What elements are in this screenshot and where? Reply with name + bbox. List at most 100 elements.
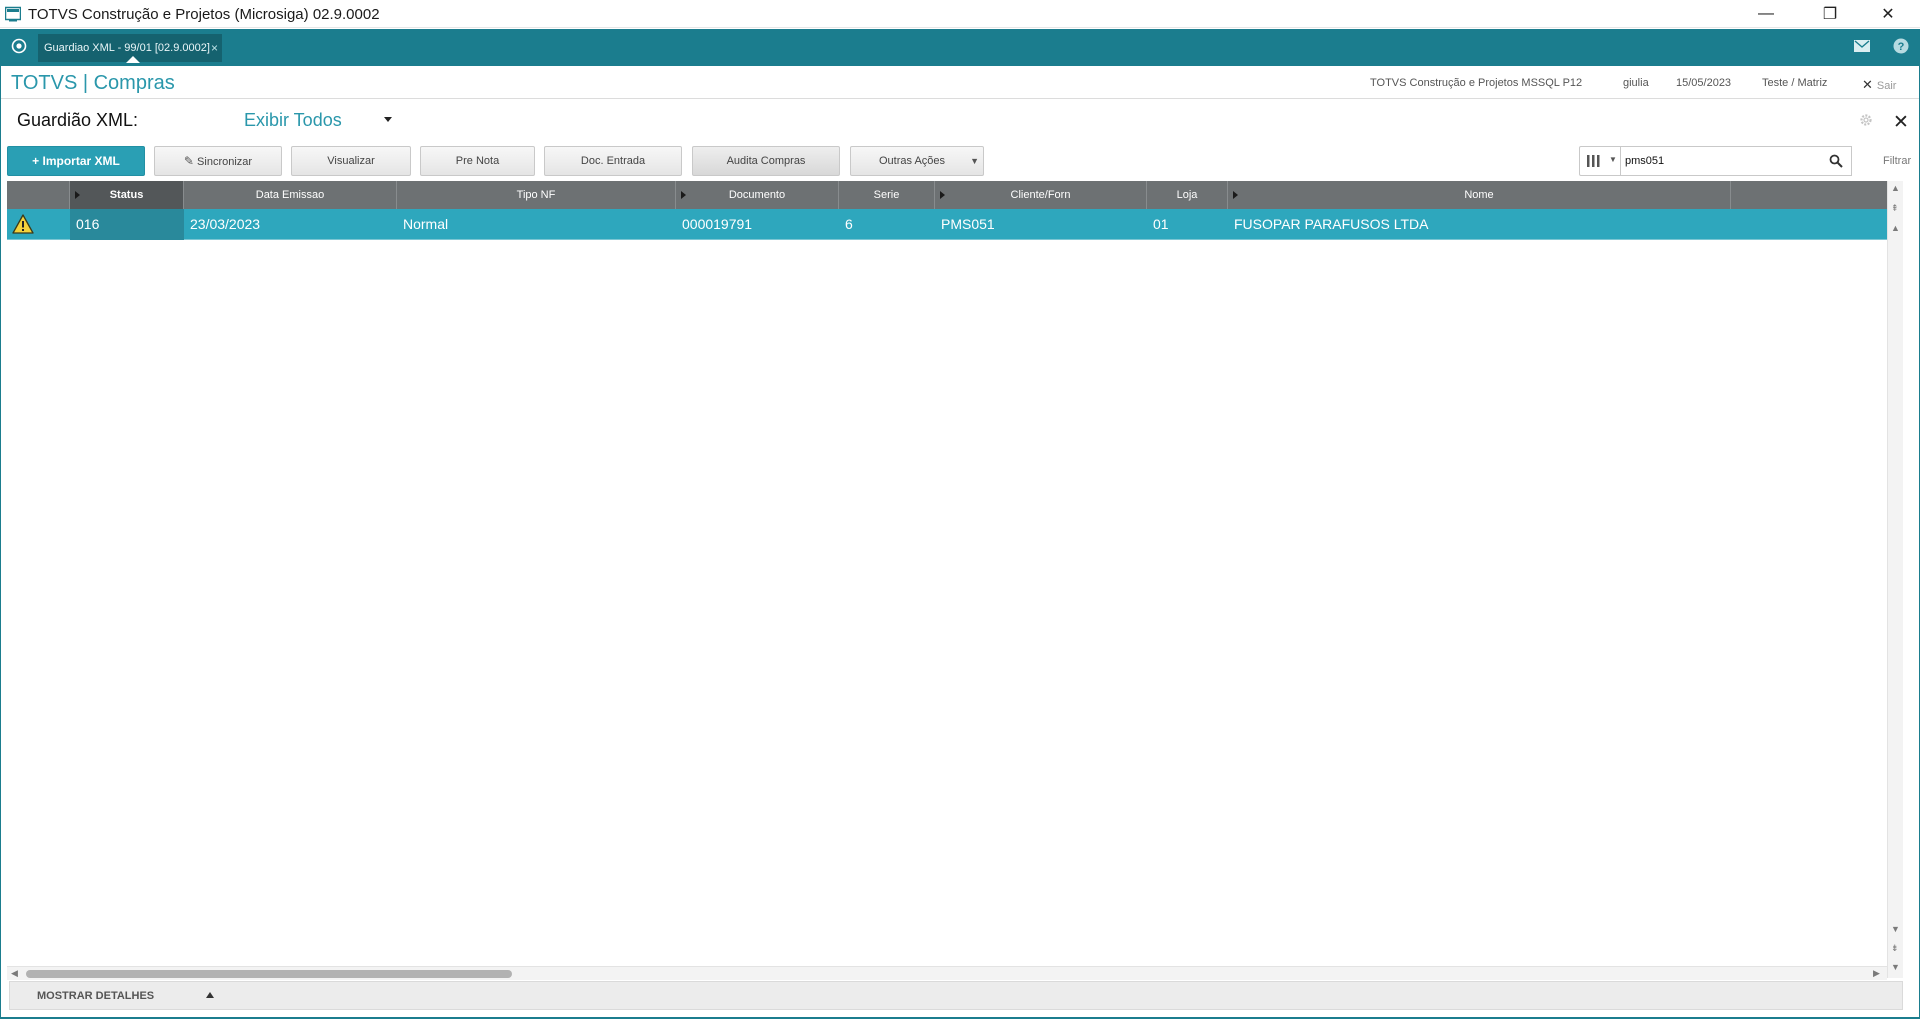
close-icon: ✕ <box>1862 77 1873 92</box>
column-header-icon[interactable] <box>7 181 70 209</box>
warning-icon <box>12 214 34 234</box>
home-icon[interactable] <box>11 38 27 54</box>
column-header-label: Cliente/Forn <box>1010 189 1071 201</box>
pencil-icon: ✎ <box>183 154 194 168</box>
tab-label: Guardiao XML - 99/01 [02.9.0002] <box>44 42 210 54</box>
help-icon[interactable]: ? <box>1893 38 1909 54</box>
tab-close-icon[interactable]: × <box>211 34 218 62</box>
scroll-page-up-icon[interactable]: ⇞ <box>1891 203 1899 214</box>
column-header-status[interactable]: Status <box>70 181 184 209</box>
module-header: TOTVS | Compras TOTVS Construção e Proje… <box>1 66 1919 99</box>
column-header-label: Loja <box>1176 189 1198 201</box>
cell-serie: 6 <box>845 216 853 232</box>
columns-icon <box>1587 155 1600 167</box>
grid-header: Status Data Emissao Tipo NF Documento Se… <box>7 181 1887 209</box>
column-header-documento[interactable]: Documento <box>676 181 839 209</box>
close-window-button[interactable]: ✕ <box>1862 0 1914 28</box>
sort-arrow-icon <box>681 191 686 199</box>
gear-icon[interactable] <box>1859 113 1873 127</box>
outras-acoes-button[interactable]: Outras Ações ▼ <box>850 146 984 176</box>
audita-compras-button[interactable]: Audita Compras <box>692 146 840 176</box>
horizontal-scrollbar[interactable]: ◀ ▶ <box>7 966 1887 980</box>
scroll-right-icon[interactable]: ▶ <box>1873 968 1880 979</box>
column-header-nome[interactable]: Nome <box>1228 181 1731 209</box>
scroll-down-icon[interactable]: ▼ <box>1891 924 1900 934</box>
scroll-page-down-icon[interactable]: ⇟ <box>1891 943 1899 954</box>
column-header-data-emissao[interactable]: Data Emissao <box>184 181 397 209</box>
column-header-label: Status <box>109 189 144 201</box>
search-value: pms051 <box>1625 155 1665 167</box>
close-icon: ✕ <box>1881 6 1895 23</box>
table-row[interactable]: 016 23/03/2023 Normal 000019791 6 PMS051… <box>7 209 1887 240</box>
svg-text:?: ? <box>1898 41 1905 53</box>
restore-button[interactable]: ❐ <box>1804 0 1856 28</box>
view-filter-select[interactable]: Exibir Todos <box>244 110 342 131</box>
tab-active-indicator <box>126 56 140 63</box>
cell-tipo-nf: Normal <box>403 216 449 232</box>
window-title-bar: TOTVS Construção e Projetos (Microsiga) … <box>0 0 1920 28</box>
environment-label: TOTVS Construção e Projetos MSSQL P12 <box>1370 77 1583 89</box>
columns-selector-button[interactable]: ▼ <box>1579 146 1621 176</box>
details-label: MOSTRAR DETALHES <box>37 990 155 1002</box>
window-frame-bottom <box>0 1017 1920 1022</box>
restore-icon: ❐ <box>1822 6 1838 23</box>
cell-nome: FUSOPAR PARAFUSOS LTDA <box>1234 216 1429 232</box>
exit-label: Sair <box>1876 80 1897 92</box>
view-button[interactable]: Visualizar <box>291 146 411 176</box>
chevron-up-icon <box>206 992 214 998</box>
column-header-label: Serie <box>873 189 900 201</box>
close-page-icon[interactable]: ✕ <box>1893 111 1909 134</box>
column-header-tipo-nf[interactable]: Tipo NF <box>397 181 676 209</box>
cell-documento: 000019791 <box>682 216 753 232</box>
data-grid: Status Data Emissao Tipo NF Documento Se… <box>7 181 1887 967</box>
sync-label: Sincronizar <box>197 156 253 168</box>
pre-nota-button[interactable]: Pre Nota <box>420 146 535 176</box>
sort-arrow-icon <box>940 191 945 199</box>
module-brand: TOTVS | Compras <box>11 72 175 94</box>
details-panel-toggle[interactable]: MOSTRAR DETALHES <box>9 981 1903 1010</box>
scroll-up-icon[interactable]: ▲ <box>1891 223 1900 233</box>
column-header-filler <box>1731 181 1887 209</box>
cell-status: 016 <box>70 209 184 240</box>
app-icon <box>5 6 21 22</box>
cell-cliente-forn: PMS051 <box>941 216 995 232</box>
doc-entrada-button[interactable]: Doc. Entrada <box>544 146 682 176</box>
column-header-serie[interactable]: Serie <box>839 181 935 209</box>
scroll-bottom-icon[interactable]: ▼ <box>1891 962 1900 972</box>
scroll-top-icon[interactable]: ▲ <box>1891 183 1900 193</box>
caret-down-icon: ▼ <box>970 156 979 166</box>
horizontal-scroll-thumb[interactable] <box>26 970 512 978</box>
column-header-label: Documento <box>728 189 786 201</box>
cell-data-emissao: 23/03/2023 <box>190 216 261 232</box>
exit-button[interactable]: ✕ Sair <box>1862 77 1896 93</box>
import-xml-button[interactable]: + Importar XML <box>7 146 145 176</box>
column-header-label: Tipo NF <box>516 189 556 201</box>
vertical-scrollbar[interactable]: ▲ ⇞ ▲ ▼ ⇟ ▼ <box>1887 181 1903 978</box>
column-header-label: Nome <box>1464 189 1494 201</box>
tab-bar: Guardiao XML - 99/01 [02.9.0002] × ? <box>0 29 1920 66</box>
sort-arrow-icon <box>75 191 80 199</box>
sort-arrow-icon <box>1233 191 1238 199</box>
tab-guardiao-xml[interactable]: Guardiao XML - 99/01 [02.9.0002] × <box>38 34 222 63</box>
outras-acoes-label: Outras Ações <box>879 155 946 167</box>
column-header-label: Data Emissao <box>255 189 325 201</box>
sync-button[interactable]: ✎ Sincronizar <box>154 146 282 176</box>
row-status-icon-cell <box>7 209 70 240</box>
search-icon[interactable] <box>1829 154 1843 168</box>
user-label: giulia <box>1623 77 1649 89</box>
minimize-button[interactable]: — <box>1740 0 1792 28</box>
search-input[interactable]: pms051 <box>1620 146 1852 176</box>
column-header-cliente-forn[interactable]: Cliente/Forn <box>935 181 1147 209</box>
caret-down-icon: ▼ <box>1609 155 1617 164</box>
cell-loja: 01 <box>1153 216 1169 232</box>
scroll-left-icon[interactable]: ◀ <box>11 968 18 979</box>
page-title: Guardião XML: <box>17 110 139 130</box>
window-frame-left <box>0 66 1 1022</box>
branch-label: Teste / Matriz <box>1762 77 1828 89</box>
chevron-down-icon[interactable] <box>384 117 392 122</box>
date-label: 15/05/2023 <box>1676 77 1732 89</box>
column-header-loja[interactable]: Loja <box>1147 181 1228 209</box>
mail-icon[interactable] <box>1854 40 1870 52</box>
filter-button[interactable]: Filtrar <box>1883 155 1911 167</box>
window-title: TOTVS Construção e Projetos (Microsiga) … <box>28 6 380 23</box>
